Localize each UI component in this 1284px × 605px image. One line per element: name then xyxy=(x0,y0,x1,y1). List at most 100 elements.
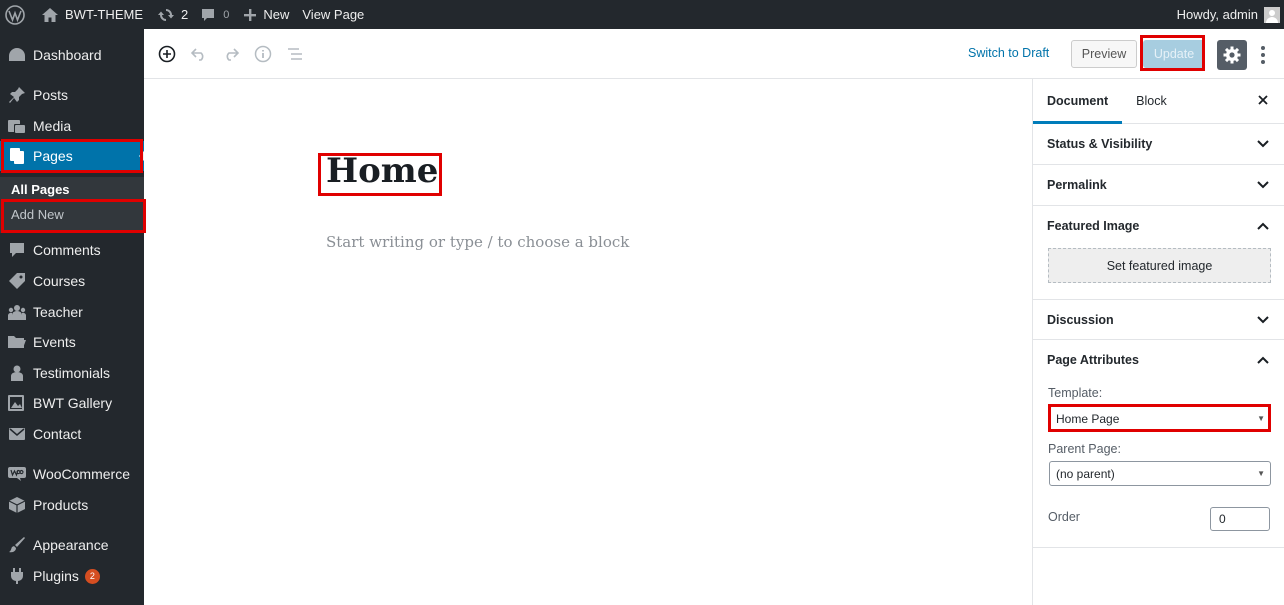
block-navigation-button[interactable] xyxy=(279,38,311,70)
add-new-label: Add New xyxy=(11,206,64,222)
sidebar-item-products[interactable]: Products xyxy=(0,490,144,520)
template-select[interactable]: Home Page ▼ xyxy=(1049,406,1271,431)
sidebar-item-dashboard[interactable]: Dashboard xyxy=(0,40,144,70)
user-icon xyxy=(7,363,27,383)
plus-circle-icon xyxy=(158,45,176,63)
parent-page-label: Parent Page: xyxy=(1048,442,1121,456)
add-block-button[interactable] xyxy=(151,38,183,70)
settings-toggle-button[interactable] xyxy=(1217,40,1247,70)
view-page-link[interactable]: View Page xyxy=(296,0,371,29)
box-icon xyxy=(7,495,27,515)
sidebar-item-label: Plugins xyxy=(33,568,79,584)
info-icon xyxy=(254,45,272,63)
chevron-down-icon xyxy=(1257,316,1269,324)
block-placeholder[interactable]: Start writing or type / to choose a bloc… xyxy=(326,233,629,251)
plus-icon xyxy=(244,8,257,21)
update-button[interactable]: Update xyxy=(1143,40,1205,68)
sidebar-item-label: Courses xyxy=(33,273,86,289)
tab-document[interactable]: Document xyxy=(1033,79,1123,124)
sidebar-item-woocommerce[interactable]: WooCommerce xyxy=(0,459,144,489)
template-value: Home Page xyxy=(1056,411,1120,426)
sidebar-item-contact[interactable]: Contact xyxy=(0,419,144,449)
settings-sidebar: Document Block Status & Visibility Perma… xyxy=(1032,79,1284,605)
tag-icon xyxy=(7,271,27,291)
comments-count: 0 xyxy=(223,8,230,21)
redo-button[interactable] xyxy=(215,38,247,70)
sidebar-item-teacher[interactable]: Teacher xyxy=(0,297,144,327)
set-featured-image-button[interactable]: Set featured image xyxy=(1048,248,1271,283)
sidebar-item-pages[interactable]: Pages xyxy=(0,141,144,171)
more-options-button[interactable] xyxy=(1256,43,1270,67)
comment-icon xyxy=(7,240,27,260)
pages-submenu: All Pages Add New xyxy=(0,177,144,233)
chevron-down-icon xyxy=(1257,140,1269,148)
sidebar-item-label: Dashboard xyxy=(33,47,102,63)
page-attributes-header[interactable]: Page Attributes xyxy=(1033,340,1284,380)
site-name-link[interactable]: BWT-THEME xyxy=(32,0,150,29)
close-icon[interactable] xyxy=(1256,93,1270,107)
new-content-link[interactable]: New xyxy=(236,0,296,29)
admin-bar: BWT-THEME 2 0 New View Page Howdy, admin xyxy=(0,0,1284,29)
site-name: BWT-THEME xyxy=(65,7,143,22)
editor-toolbar: Switch to Draft Preview Update xyxy=(144,29,1284,79)
tab-block[interactable]: Block xyxy=(1122,79,1181,124)
switch-to-draft-button[interactable]: Switch to Draft xyxy=(968,46,1049,60)
sidebar-item-bwt-gallery[interactable]: BWT Gallery xyxy=(0,388,144,418)
updates-icon xyxy=(158,7,174,23)
brush-icon xyxy=(7,535,27,555)
sidebar-item-appearance[interactable]: Appearance xyxy=(0,530,144,560)
template-label: Template: xyxy=(1048,386,1103,400)
undo-button[interactable] xyxy=(183,38,215,70)
media-icon xyxy=(7,116,27,136)
post-title[interactable]: Home xyxy=(326,151,438,191)
chevron-down-icon xyxy=(1257,181,1269,189)
all-pages-label: All Pages xyxy=(11,181,70,197)
comments-link[interactable]: 0 xyxy=(195,0,236,29)
dropdown-arrow-icon: ▼ xyxy=(1257,414,1265,423)
sidebar-item-plugins[interactable]: Plugins 2 xyxy=(0,561,144,591)
featured-image-label: Featured Image xyxy=(1047,219,1140,233)
content-info-button[interactable] xyxy=(247,38,279,70)
kebab-dot xyxy=(1261,46,1265,50)
submenu-add-new[interactable]: Add New xyxy=(0,202,144,226)
my-account[interactable]: Howdy, admin xyxy=(1177,6,1284,23)
chevron-up-icon[interactable] xyxy=(1256,221,1270,231)
sidebar-item-events[interactable]: Events xyxy=(0,327,144,357)
view-page-label: View Page xyxy=(302,7,365,22)
dropdown-arrow-icon: ▼ xyxy=(1257,469,1265,478)
home-icon xyxy=(42,7,58,22)
sidebar-item-label: Media xyxy=(33,118,72,134)
update-count-badge: 2 xyxy=(84,568,100,584)
parent-page-select[interactable]: (no parent) ▼ xyxy=(1049,461,1271,486)
pages-icon xyxy=(7,146,27,166)
chevron-up-icon[interactable] xyxy=(1256,355,1270,365)
section-featured-image: Featured Image Set featured image xyxy=(1033,206,1284,300)
wordpress-logo-icon[interactable] xyxy=(0,0,32,29)
sidebar-item-label: BWT Gallery xyxy=(33,395,113,411)
sidebar-item-label: Teacher xyxy=(33,304,83,320)
order-input[interactable]: 0 xyxy=(1210,507,1270,531)
submenu-all-pages[interactable]: All Pages xyxy=(0,177,144,201)
featured-image-header[interactable]: Featured Image xyxy=(1033,206,1284,246)
discussion-label: Discussion xyxy=(1047,313,1114,327)
status-visibility-label: Status & Visibility xyxy=(1047,137,1153,151)
sidebar-item-testimonials[interactable]: Testimonials xyxy=(0,358,144,388)
sidebar-item-label: Products xyxy=(33,497,89,513)
new-label: New xyxy=(263,7,290,22)
section-status-visibility[interactable]: Status & Visibility xyxy=(1033,124,1284,165)
sidebar-item-label: WooCommerce xyxy=(33,466,130,482)
woo-icon xyxy=(7,464,27,484)
section-page-attributes: Page Attributes Template: Home Page ▼ Pa… xyxy=(1033,340,1284,548)
sidebar-item-label: Events xyxy=(33,334,76,350)
sidebar-item-courses[interactable]: Courses xyxy=(0,266,144,296)
sidebar-item-comments[interactable]: Comments xyxy=(0,235,144,265)
sidebar-item-posts[interactable]: Posts xyxy=(0,80,144,110)
section-permalink[interactable]: Permalink xyxy=(1033,165,1284,206)
pin-icon xyxy=(7,85,27,105)
preview-button[interactable]: Preview xyxy=(1071,40,1137,68)
gallery-icon xyxy=(7,393,27,413)
admin-sidebar: All Pages Add New Dashboard Posts Media Pag… xyxy=(0,29,144,605)
section-discussion[interactable]: Discussion xyxy=(1033,300,1284,340)
sidebar-item-media[interactable]: Media xyxy=(0,111,144,141)
updates-link[interactable]: 2 xyxy=(150,0,195,29)
